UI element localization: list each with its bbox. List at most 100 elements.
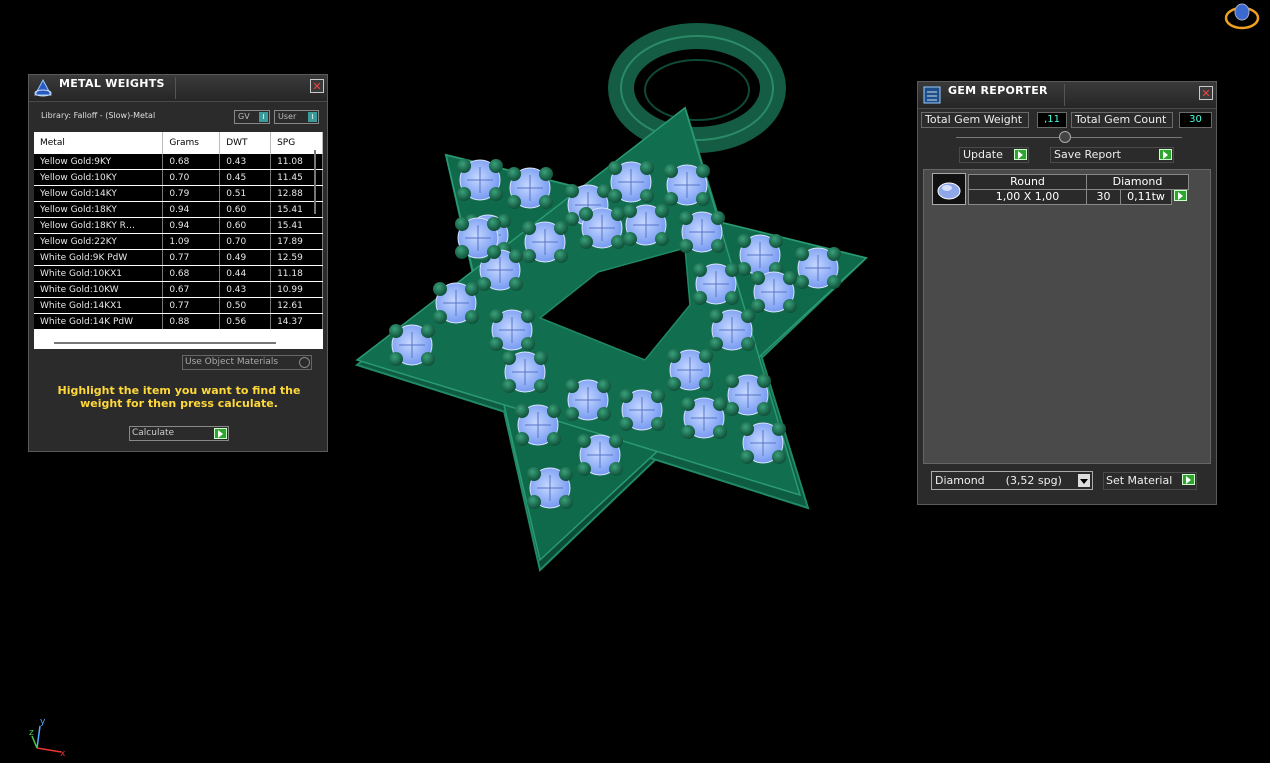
gem-weight: 0,11tw (1120, 189, 1172, 205)
table-row[interactable]: Yellow Gold:18KY R… 0.94 0.60 15.41 (34, 217, 323, 234)
total-gem-weight-label: Total Gem Weight (921, 112, 1029, 128)
update-button[interactable]: Update (959, 147, 1029, 163)
table-cell: 0.49 (219, 249, 272, 266)
close-icon[interactable]: ✕ (310, 79, 324, 93)
gem (502, 351, 548, 393)
table-cell: 15.41 (270, 217, 323, 234)
table-cell: 1.09 (162, 233, 221, 250)
gem (565, 379, 611, 421)
save-report-button[interactable]: Save Report (1050, 147, 1174, 163)
y-axis-label: y (40, 717, 46, 727)
gem (667, 349, 713, 391)
table-cell: Yellow Gold:18KY (34, 201, 164, 218)
table-row[interactable]: White Gold:9K PdW 0.77 0.49 12.59 (34, 249, 323, 266)
close-icon[interactable]: ✕ (1199, 86, 1213, 100)
gem (507, 167, 553, 209)
gem-reporter-titlebar[interactable]: GEM REPORTER ✕ (918, 82, 1216, 109)
gem (389, 324, 435, 366)
column-header[interactable]: DWT (219, 132, 272, 154)
gem (608, 161, 654, 203)
play-icon (214, 428, 227, 439)
gem-shape: Round (968, 174, 1087, 190)
table-cell: 0.60 (219, 217, 272, 234)
table-cell: 0.56 (219, 313, 272, 330)
table-row[interactable]: Yellow Gold:9KY 0.68 0.43 11.08 (34, 154, 323, 170)
metal-table: Metal Grams DWT SPG Yellow Gold:9KY 0.68 0.43… (34, 132, 323, 349)
table-cell: 0.43 (219, 281, 272, 298)
gem (515, 404, 561, 446)
set-material-button[interactable]: Set Material (1103, 472, 1197, 490)
total-gem-count-value: 30 (1179, 112, 1212, 128)
table-cell: 0.50 (219, 297, 272, 314)
instruction-text: Highlight the item you want to find the … (57, 384, 301, 410)
table-cell: 10.99 (270, 281, 323, 298)
gem-size: 1,00 X 1,00 (968, 189, 1087, 205)
gem (679, 211, 725, 253)
metal-weights-titlebar[interactable]: METAL WEIGHTS ✕ (29, 75, 327, 102)
table-cell: 0.43 (219, 154, 272, 170)
gem-select-button[interactable] (1174, 190, 1187, 201)
play-icon (1159, 149, 1172, 160)
gem (457, 159, 503, 201)
table-cell: 0.77 (162, 249, 221, 266)
total-gem-weight-value: ,11 (1037, 112, 1067, 128)
metal-weights-title: METAL WEIGHTS (59, 77, 165, 90)
app-logo-icon (1224, 3, 1260, 30)
table-horizontal-scrollbar[interactable] (54, 342, 276, 344)
table-cell: 14.37 (270, 313, 323, 330)
table-row[interactable]: Yellow Gold:14KY 0.79 0.51 12.88 (34, 185, 323, 202)
gem-list: Round Diamond 1,00 X 1,00 30 0,11tw (923, 169, 1211, 464)
gem (664, 164, 710, 206)
column-header[interactable]: Grams (162, 132, 221, 154)
gem (522, 221, 568, 263)
table-cell: Yellow Gold:10KY (34, 169, 164, 186)
table-row[interactable]: White Gold:10KX1 0.68 0.44 11.18 (34, 265, 323, 282)
table-row[interactable]: Yellow Gold:22KY 1.09 0.70 17.89 (34, 233, 323, 250)
play-icon (1014, 149, 1027, 160)
use-object-materials-checkbox[interactable]: Use Object Materials (182, 355, 312, 370)
table-cell: 0.51 (219, 185, 272, 202)
table-cell: Yellow Gold:14KY (34, 185, 164, 202)
table-cell: 0.67 (162, 281, 221, 298)
gem (527, 467, 573, 509)
metal-weights-panel: METAL WEIGHTS ✕ Library: Falloff - (Slow… (28, 74, 328, 452)
gem (681, 397, 727, 439)
table-cell: White Gold:10KW (34, 281, 164, 298)
table-cell: Yellow Gold:18KY R… (34, 217, 164, 234)
table-row[interactable]: Yellow Gold:18KY 0.94 0.60 15.41 (34, 201, 323, 218)
material-dropdown[interactable]: Diamond (3,52 spg) (931, 471, 1093, 490)
user-toggle[interactable]: User I (274, 110, 319, 124)
gem-reporter-icon (923, 86, 941, 104)
gem-reporter-panel: GEM REPORTER ✕ Total Gem Weight ,11 Tota… (917, 81, 1217, 505)
table-cell: White Gold:10KX1 (34, 265, 164, 282)
z-axis-label: z (29, 728, 34, 738)
gem-thumbnail-icon[interactable] (932, 173, 966, 205)
table-row[interactable]: White Gold:14K PdW 0.88 0.56 14.37 (34, 313, 323, 330)
table-cell: 0.70 (219, 233, 272, 250)
table-cell: 0.94 (162, 201, 221, 218)
calculate-button[interactable]: Calculate (129, 426, 229, 441)
library-label: Library: Falloff - (Slow)-Metal (41, 111, 156, 120)
table-cell: 17.89 (270, 233, 323, 250)
chevron-down-icon (1078, 474, 1090, 487)
gem (433, 282, 479, 324)
gem (795, 247, 841, 289)
table-row[interactable]: White Gold:10KW 0.67 0.43 10.99 (34, 281, 323, 298)
table-cell: 0.77 (162, 297, 221, 314)
x-axis-label: x (60, 749, 66, 759)
gem (623, 204, 669, 246)
gv-toggle[interactable]: GV I (234, 110, 270, 124)
gem (751, 271, 797, 313)
table-cell: 0.45 (219, 169, 272, 186)
table-cell: 0.68 (162, 265, 221, 282)
table-row[interactable]: White Gold:14KX1 0.77 0.50 12.61 (34, 297, 323, 314)
table-vertical-scrollbar[interactable] (314, 150, 316, 214)
gem (455, 217, 501, 259)
table-row[interactable]: Yellow Gold:10KY 0.70 0.45 11.45 (34, 169, 323, 186)
table-cell: 0.70 (162, 169, 221, 186)
table-cell: 11.18 (270, 265, 323, 282)
total-gem-count-label: Total Gem Count (1071, 112, 1173, 128)
column-header[interactable]: Metal (34, 132, 164, 154)
report-slider-knob[interactable] (1059, 131, 1071, 143)
play-icon (1182, 474, 1195, 485)
